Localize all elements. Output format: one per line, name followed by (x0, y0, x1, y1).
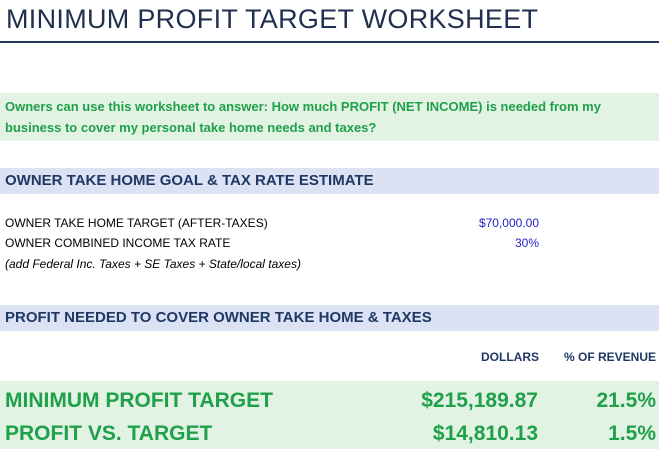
section-title-take-home: OWNER TAKE HOME GOAL & TAX RATE ESTIMATE (5, 172, 374, 189)
profit-vs-target-percent: 1.5% (608, 422, 656, 445)
take-home-target-value[interactable]: $70,000.00 (380, 216, 539, 230)
page-title: MINIMUM PROFIT TARGET WORKSHEET (6, 4, 539, 34)
intro-text: Owners can use this worksheet to answer:… (5, 99, 601, 135)
column-header-percent-revenue: % OF REVENUE (563, 350, 656, 364)
tax-rate-note: (add Federal Inc. Taxes + SE Taxes + Sta… (5, 257, 301, 271)
take-home-target-label: OWNER TAKE HOME TARGET (AFTER-TAXES) (5, 216, 268, 230)
section-title-profit-needed: PROFIT NEEDED TO COVER OWNER TAKE HOME &… (5, 309, 432, 326)
minimum-profit-target-label: MINIMUM PROFIT TARGET (5, 389, 273, 412)
title-divider (0, 41, 659, 43)
column-header-dollars: DOLLARS (481, 350, 539, 364)
tax-rate-label: OWNER COMBINED INCOME TAX RATE (5, 236, 231, 250)
profit-vs-target-label: PROFIT VS. TARGET (5, 422, 213, 445)
minimum-profit-target-percent: 21.5% (596, 389, 656, 412)
tax-rate-value[interactable]: 30% (380, 236, 539, 250)
